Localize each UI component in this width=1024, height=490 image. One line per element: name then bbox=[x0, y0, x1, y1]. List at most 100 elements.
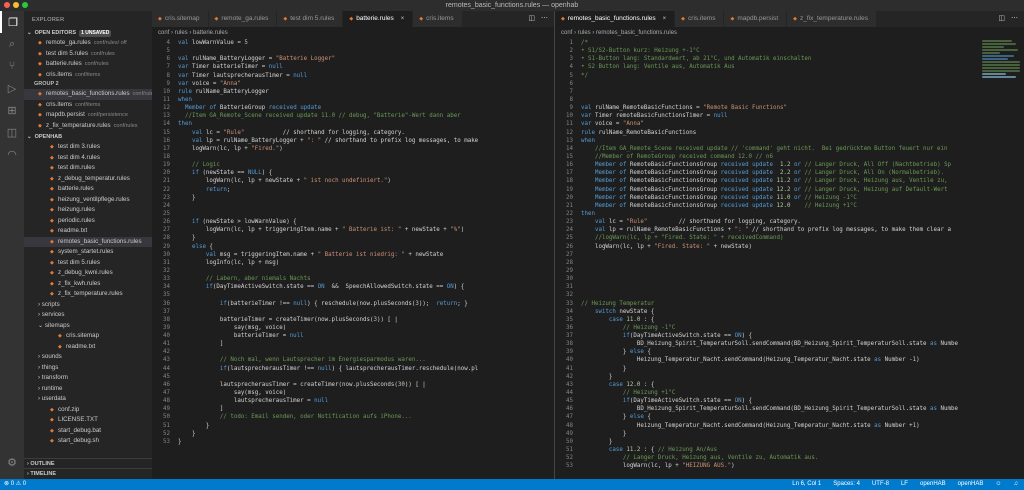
code-line[interactable]: 29 bbox=[555, 267, 1024, 275]
folder-item[interactable]: › scripts bbox=[24, 300, 152, 311]
file-item[interactable]: ◆ conf.zip bbox=[24, 405, 152, 416]
window-controls[interactable] bbox=[4, 2, 28, 8]
code-line[interactable]: 19 Member of RemoteBasicFunctionsGroup r… bbox=[555, 186, 1024, 194]
code-line[interactable]: 9 var voice = "Anna" bbox=[152, 80, 554, 88]
indentation[interactable]: Spaces: 4 bbox=[833, 479, 860, 490]
code-line[interactable]: 8 bbox=[555, 96, 1024, 104]
open-editor-item[interactable]: ◆ cris.items conf/items bbox=[24, 100, 152, 111]
code-line[interactable]: 38 batterieTimer = createTimer(now.plusS… bbox=[152, 316, 554, 324]
code-line[interactable]: 13 when bbox=[555, 137, 1024, 145]
code-line[interactable]: 26 logWarn(lc, lp + "Fired. State: " + n… bbox=[555, 243, 1024, 251]
editor-tab[interactable]: ◆ z_fix_temperature.rules bbox=[787, 11, 877, 27]
code-line[interactable]: 30 val msg = triggeringItem.name + " Bat… bbox=[152, 251, 554, 259]
file-item[interactable]: ◆ heizung_ventilpflege.rules bbox=[24, 195, 152, 206]
code-line[interactable]: 51 } bbox=[152, 422, 554, 430]
file-item[interactable]: ◆ z_fix_kwh.rules bbox=[24, 279, 152, 290]
code-line[interactable]: 25 bbox=[152, 210, 554, 218]
code-line[interactable]: 46 BD_Heizung_Spirit_TemperaturSoll.send… bbox=[555, 405, 1024, 413]
close-icon[interactable]: × bbox=[401, 11, 405, 27]
right-code-area[interactable]: 1 /* 2 • S1/S2-Button kurz: Heizung +-1°C 3 •… bbox=[555, 39, 1024, 470]
code-line[interactable]: 20 if (newState == NULL) { bbox=[152, 169, 554, 177]
code-line[interactable]: 45 bbox=[152, 373, 554, 381]
code-line[interactable]: 25 //logWarn(lc, lp + "Fired. State: " +… bbox=[555, 234, 1024, 242]
code-line[interactable]: 7 bbox=[555, 88, 1024, 96]
code-line[interactable]: 13 //Item GA_Remote_Scene received updat… bbox=[152, 112, 554, 120]
timeline-section[interactable]: › TIMELINE bbox=[24, 468, 152, 478]
editor-tab[interactable]: ◆ mapdb.persist bbox=[724, 11, 788, 27]
code-line[interactable]: 52 } bbox=[152, 430, 554, 438]
editor-tab[interactable]: ◆ cris.items bbox=[675, 11, 725, 27]
code-line[interactable]: 23 } bbox=[152, 194, 554, 202]
close-window-icon[interactable] bbox=[4, 2, 10, 8]
folder-item[interactable]: › userdata bbox=[24, 394, 152, 405]
minimap[interactable] bbox=[978, 39, 1024, 179]
code-line[interactable]: 15 val lc = "Rule" // shorthand for logg… bbox=[152, 129, 554, 137]
code-line[interactable]: 14 //Item GA_Remote_Scene received updat… bbox=[555, 145, 1024, 153]
file-item[interactable]: ◆ z_debug_kwni.rules bbox=[24, 268, 152, 279]
code-line[interactable]: 42 bbox=[152, 348, 554, 356]
code-line[interactable]: 50 // todo: Email senden, oder Notificat… bbox=[152, 413, 554, 421]
editor-tab[interactable]: ◆ test dim 5.rules bbox=[277, 11, 344, 27]
code-line[interactable]: 28 bbox=[555, 259, 1024, 267]
code-line[interactable]: 24 val lp = rulName_RemoteBasicFunctions… bbox=[555, 226, 1024, 234]
code-line[interactable]: 41 } bbox=[555, 365, 1024, 373]
code-line[interactable]: 6 val rulName_BatteryLogger = "Batterie L… bbox=[152, 55, 554, 63]
code-line[interactable]: 31 bbox=[555, 283, 1024, 291]
code-line[interactable]: 40 batterieTimer = null bbox=[152, 332, 554, 340]
encoding[interactable]: UTF-8 bbox=[872, 479, 889, 490]
split-editor-icon[interactable]: ◫ bbox=[528, 11, 535, 27]
language-mode[interactable]: openHAB bbox=[920, 479, 946, 490]
code-line[interactable]: 40 Heizung_Temperatur_Nacht.sendCommand(… bbox=[555, 356, 1024, 364]
open-editor-item[interactable]: ◆ cris.items conf/items bbox=[24, 70, 152, 81]
code-line[interactable]: 21 logWarn(lc, lp + newState + " ist noc… bbox=[152, 177, 554, 185]
code-line[interactable]: 47 say(msg, voice) bbox=[152, 389, 554, 397]
code-line[interactable]: 52 // Langer Druck, Heizung aus, Ventile… bbox=[555, 454, 1024, 462]
bell-icon[interactable]: ♫ bbox=[1014, 479, 1019, 490]
code-line[interactable]: 47 } else { bbox=[555, 413, 1024, 421]
code-line[interactable]: 37 if(DayTimeActiveSwitch.state == ON) { bbox=[555, 332, 1024, 340]
remote-explorer-icon[interactable]: ◫ bbox=[0, 121, 24, 143]
code-line[interactable]: 38 BD_Heizung_Spirit_TemperaturSoll.send… bbox=[555, 340, 1024, 348]
code-line[interactable]: 28 } bbox=[152, 234, 554, 242]
open-editor-item[interactable]: ◆ remote_ga.rules conf/rules/ off bbox=[24, 38, 152, 49]
search-icon[interactable]: ⌕ bbox=[0, 33, 24, 55]
file-item[interactable]: ◆ test dim 4.rules bbox=[24, 153, 152, 164]
code-line[interactable]: 22 return; bbox=[152, 186, 554, 194]
code-line[interactable]: 26 if (newState > lowWarnValue) { bbox=[152, 218, 554, 226]
explorer-icon[interactable]: ❐ bbox=[0, 11, 24, 33]
code-line[interactable]: 2 • S1/S2-Button kurz: Heizung +-1°C bbox=[555, 47, 1024, 55]
folder-item[interactable]: › services bbox=[24, 310, 152, 321]
file-item[interactable]: ◆ periodic.rules bbox=[24, 216, 152, 227]
code-line[interactable]: 15 //Member of RemoteGroup received comm… bbox=[555, 153, 1024, 161]
file-item[interactable]: ◆ test dim 5.rules bbox=[24, 258, 152, 269]
code-line[interactable]: 8 var Timer lautsprecherausTimer = null bbox=[152, 72, 554, 80]
code-line[interactable]: 39 } else { bbox=[555, 348, 1024, 356]
code-line[interactable]: 44 // Heizung +1°C bbox=[555, 389, 1024, 397]
code-line[interactable]: 34 switch newState { bbox=[555, 308, 1024, 316]
code-line[interactable]: 18 Member of RemoteBasicFunctionsGroup r… bbox=[555, 177, 1024, 185]
openhab-icon[interactable]: ◠ bbox=[0, 143, 24, 165]
zoom-window-icon[interactable] bbox=[22, 2, 28, 8]
code-line[interactable]: 51 case 11.2 : { // Heizung An/Aus bbox=[555, 446, 1024, 454]
open-editors-header[interactable]: ⌄ OPEN EDITORS 1 UNSAVED bbox=[24, 29, 152, 38]
code-line[interactable]: 11 when bbox=[152, 96, 554, 104]
code-line[interactable]: 22 then bbox=[555, 210, 1024, 218]
code-line[interactable]: 46 lautsprecherausTimer = createTimer(no… bbox=[152, 381, 554, 389]
file-item[interactable]: ◆ LICENSE.TXT bbox=[24, 415, 152, 426]
file-item[interactable]: ◆ remotes_basic_functions.rules bbox=[24, 236, 152, 247]
source-control-icon[interactable]: ⑂ bbox=[0, 55, 24, 77]
code-line[interactable]: 48 lautsprecherausTimer = null bbox=[152, 397, 554, 405]
extensions-icon[interactable]: ⊞ bbox=[0, 99, 24, 121]
close-icon[interactable]: × bbox=[663, 11, 667, 27]
open-editor-item[interactable]: ◆ z_fix_temperature.rules conf/rules bbox=[24, 121, 152, 132]
editor-tab[interactable]: ◆ remotes_basic_functions.rules × bbox=[555, 11, 676, 27]
code-line[interactable]: 4 • S2 Button lang: Ventile aus, Automati… bbox=[555, 63, 1024, 71]
file-item[interactable]: ◆ test dim.rules bbox=[24, 163, 152, 174]
open-editor-item[interactable]: ◆ mapdb.persist conf/persistence bbox=[24, 110, 152, 121]
openhab-status[interactable]: openHAB bbox=[958, 479, 984, 490]
code-line[interactable]: 50 } bbox=[555, 438, 1024, 446]
more-actions-icon[interactable]: ⋯ bbox=[1011, 11, 1018, 27]
code-line[interactable]: 10 rule rulName_BatteryLogger bbox=[152, 88, 554, 96]
editor-tab[interactable]: ◆ cris.sitemap bbox=[152, 11, 209, 27]
file-item[interactable]: ◆ system_startet.rules bbox=[24, 247, 152, 258]
